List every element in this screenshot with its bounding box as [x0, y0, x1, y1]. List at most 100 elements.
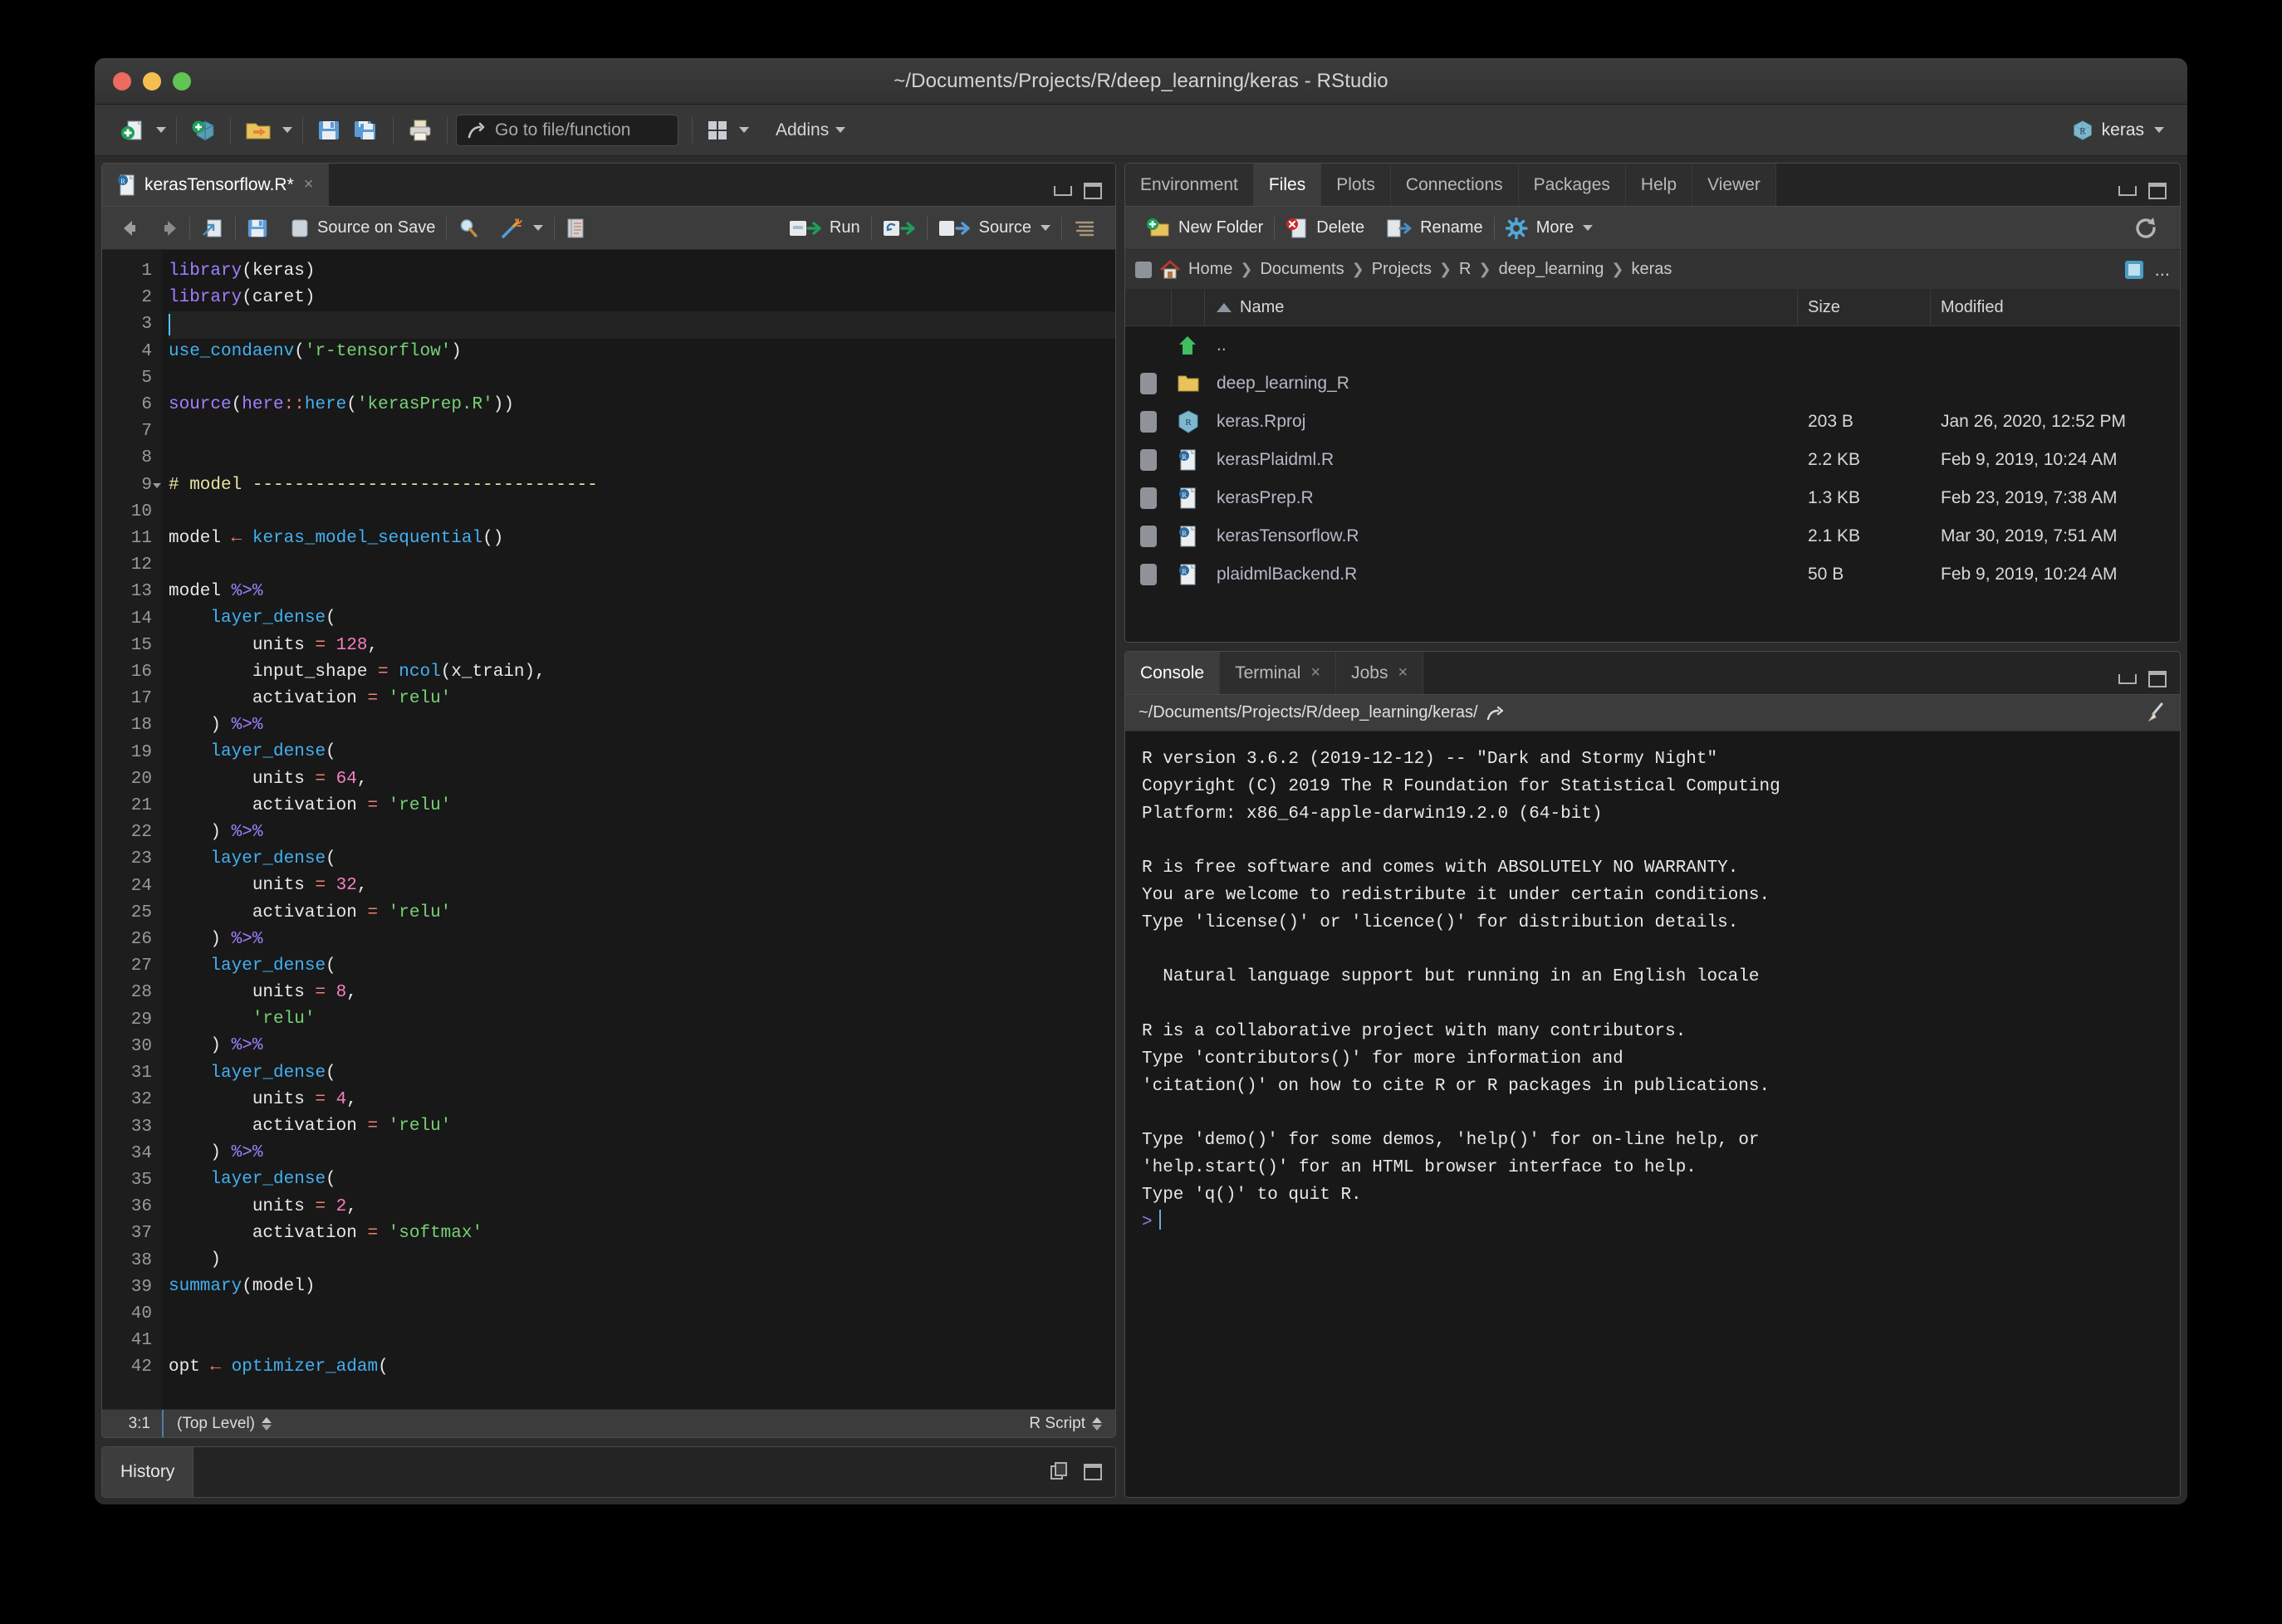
tab-terminal[interactable]: Terminal × [1220, 652, 1337, 694]
compile-report-group[interactable] [555, 218, 596, 239]
tab-close-icon[interactable]: × [1310, 663, 1320, 682]
save-button[interactable] [313, 116, 345, 144]
code-line[interactable]: units = 32, [169, 873, 1115, 899]
breadcrumb-item[interactable]: deep_learning [1499, 260, 1604, 279]
rename-button[interactable]: Rename [1375, 218, 1494, 239]
code-line[interactable] [169, 1328, 1115, 1354]
open-file-button[interactable] [241, 115, 276, 145]
row-checkbox[interactable] [1140, 411, 1157, 433]
code-line[interactable] [169, 552, 1115, 579]
code-line[interactable]: layer_dense( [169, 953, 1115, 980]
console-output[interactable]: R version 3.6.2 (2019-12-12) -- "Dark an… [1125, 731, 2180, 1497]
save-all-button[interactable] [350, 116, 383, 144]
code-line[interactable]: layer_dense( [169, 846, 1115, 873]
scope-selector[interactable]: (Top Level) [164, 1415, 272, 1433]
addins-label[interactable]: Addins [776, 120, 829, 140]
source-button-group[interactable]: Source [928, 218, 1061, 238]
open-in-files-icon[interactable] [1486, 705, 1506, 722]
more-chevron-down-icon[interactable] [1583, 225, 1594, 231]
code-line[interactable]: source(here::here('kerasPrep.R')) [169, 392, 1115, 418]
new-file-chevron-down-icon[interactable] [156, 127, 166, 133]
row-checkbox-cell[interactable] [1125, 487, 1172, 509]
code-line[interactable]: library(caret) [169, 285, 1115, 311]
code-line[interactable]: layer_dense( [169, 739, 1115, 766]
column-header-modified[interactable]: Modified [1931, 290, 2180, 325]
code-line[interactable]: layer_dense( [169, 1167, 1115, 1193]
code-line[interactable]: layer_dense( [169, 605, 1115, 632]
code-line[interactable]: summary(model) [169, 1274, 1115, 1300]
maximize-pane-icon[interactable] [2148, 671, 2167, 687]
code-line[interactable]: activation = 'softmax' [169, 1220, 1115, 1247]
goto-file-function-input[interactable]: Go to file/function [456, 114, 678, 146]
minimize-pane-icon[interactable] [1054, 186, 1072, 196]
source-chevron-down-icon[interactable] [1041, 225, 1050, 231]
delete-button[interactable]: Delete [1275, 218, 1375, 239]
code-line[interactable]: ) %>% [169, 927, 1115, 953]
file-name[interactable]: kerasPrep.R [1205, 488, 1798, 508]
tab-viewer[interactable]: Viewer [1692, 164, 1776, 206]
code-tools-group[interactable] [490, 218, 554, 239]
code-line[interactable] [169, 445, 1115, 472]
minimize-pane-icon[interactable] [2118, 186, 2137, 196]
row-checkbox-cell[interactable] [1125, 373, 1172, 394]
row-checkbox[interactable] [1140, 449, 1157, 471]
file-type-selector[interactable]: R Script [1029, 1415, 1115, 1433]
select-all-column[interactable] [1125, 290, 1172, 325]
breadcrumb-select-checkbox[interactable] [1135, 261, 1152, 278]
file-name[interactable]: deep_learning_R [1205, 374, 1798, 394]
code-line[interactable]: units = 128, [169, 633, 1115, 659]
code-line[interactable]: layer_dense( [169, 1060, 1115, 1087]
breadcrumb-overflow[interactable]: ... [2155, 259, 2170, 281]
table-row[interactable]: deep_learning_R [1125, 364, 2180, 403]
code-line[interactable]: activation = 'relu' [169, 900, 1115, 927]
table-row[interactable]: RplaidmlBackend.R 50 B Feb 9, 2019, 10:24 … [1125, 555, 2180, 594]
source-tab-close-icon[interactable]: × [304, 175, 314, 194]
tab-files[interactable]: Files [1253, 164, 1322, 206]
row-checkbox[interactable] [1140, 373, 1157, 394]
new-folder-button[interactable]: New Folder [1135, 218, 1274, 239]
print-button[interactable] [404, 116, 437, 144]
row-checkbox[interactable] [1140, 487, 1157, 509]
column-header-name[interactable]: Name [1205, 290, 1798, 325]
code-line[interactable]: ) %>% [169, 1033, 1115, 1059]
breadcrumb-item[interactable]: R [1459, 260, 1471, 279]
new-project-button[interactable] [187, 115, 220, 145]
panes-chevron-down-icon[interactable] [739, 127, 749, 133]
tab-close-icon[interactable]: × [1398, 663, 1408, 682]
run-group[interactable]: Run [778, 218, 871, 238]
scope-updown-icon[interactable] [262, 1416, 272, 1431]
row-checkbox-cell[interactable] [1125, 449, 1172, 471]
minimize-pane-icon[interactable] [2118, 674, 2137, 684]
code-line[interactable]: units = 64, [169, 766, 1115, 793]
code-line[interactable]: units = 8, [169, 980, 1115, 1006]
new-file-button[interactable] [116, 115, 149, 145]
more-button[interactable]: More [1495, 217, 1604, 239]
tab-history[interactable]: History [102, 1447, 194, 1497]
tab-console[interactable]: Console [1125, 652, 1221, 694]
breadcrumb-item[interactable]: keras [1631, 260, 1672, 279]
code-editor[interactable]: 1 2 3 4 5 6 7 8 9 10 11 12 13 14 15 16 17 18 19 20 21 22 23 24 2… [102, 250, 1115, 1409]
source-on-save-group[interactable]: Source on Save [279, 218, 446, 238]
find-group[interactable] [447, 218, 490, 239]
file-name[interactable]: plaidmlBackend.R [1205, 565, 1798, 585]
code-line[interactable]: units = 2, [169, 1194, 1115, 1220]
copy-path-icon[interactable] [2123, 259, 2145, 281]
row-checkbox-cell[interactable] [1125, 411, 1172, 433]
refresh-button[interactable] [2133, 216, 2170, 241]
tab-environment[interactable]: Environment [1125, 164, 1254, 206]
table-row[interactable]: RkerasPlaidml.R 2.2 KB Feb 9, 2019, 10:24 … [1125, 441, 2180, 479]
code-line[interactable]: ) [169, 1247, 1115, 1274]
document-outline-group[interactable] [1062, 218, 1107, 238]
maximize-pane-icon[interactable] [1084, 183, 1102, 199]
code-line[interactable]: ) %>% [169, 1140, 1115, 1167]
file-name[interactable]: kerasPlaidml.R [1205, 450, 1798, 470]
file-name[interactable]: kerasTensorflow.R [1205, 526, 1798, 546]
file-name[interactable]: .. [1205, 335, 1798, 355]
code-line[interactable] [169, 365, 1115, 392]
tab-plots[interactable]: Plots [1321, 164, 1391, 206]
code-line[interactable]: activation = 'relu' [169, 686, 1115, 712]
code-line[interactable]: model %>% [169, 579, 1115, 605]
table-row[interactable]: RkerasTensorflow.R 2.1 KB Mar 30, 2019, 7:… [1125, 517, 2180, 555]
home-icon[interactable] [1159, 260, 1181, 280]
maximize-pane-icon[interactable] [2148, 183, 2167, 199]
